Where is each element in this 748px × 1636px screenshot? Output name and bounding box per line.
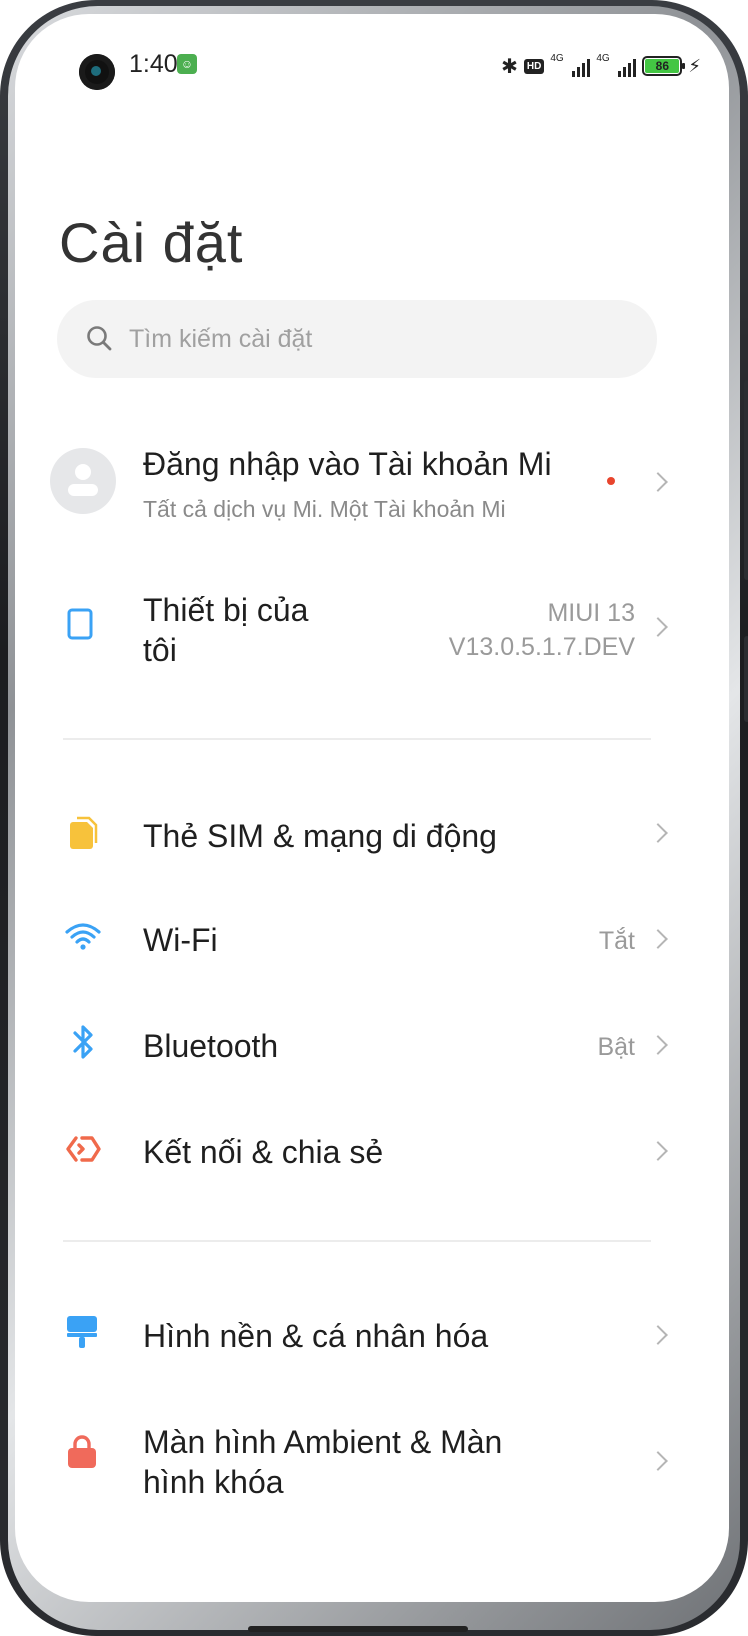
bluetooth-status: Bật — [597, 1033, 635, 1061]
sim-card-icon — [70, 816, 98, 849]
lock-icon — [68, 1435, 96, 1468]
phone-frame: 1:40 ☺ ✱ HD 4G 4G 86 ⚡ Cài đặt Tìm kiếm … — [0, 0, 748, 1636]
battery-icon: 86 — [642, 56, 686, 76]
status-bar: 1:40 ☺ ✱ HD 4G 4G 86 ⚡ — [15, 14, 729, 124]
search-input[interactable] — [129, 300, 629, 378]
wifi-label: Wi-Fi — [143, 922, 218, 958]
chevron-right-icon — [648, 823, 668, 843]
chevron-right-icon — [648, 617, 668, 637]
divider — [63, 738, 651, 740]
connection-sharing-icon — [66, 1136, 101, 1162]
status-time: 1:40 — [129, 50, 178, 78]
avatar — [50, 448, 116, 514]
wifi-status: Tắt — [598, 927, 635, 955]
device-title-line1: Thiết bị của — [143, 592, 309, 628]
search-bar[interactable] — [57, 300, 657, 378]
system-icons: ✱ HD 4G 4G 86 ⚡ — [501, 52, 701, 80]
account-subtitle: Tất cả dịch vụ Mi. Một Tài khoản Mi — [143, 496, 506, 522]
chevron-right-icon — [648, 1035, 668, 1055]
chevron-right-icon — [648, 1141, 668, 1161]
wallpaper-icon — [67, 1316, 97, 1348]
signal-icon: 4G — [596, 53, 637, 77]
divider — [63, 1240, 651, 1242]
battery-level: 86 — [645, 59, 680, 73]
device-miui-version: MIUI 13 — [547, 599, 635, 627]
charging-icon: ⚡ — [688, 55, 701, 77]
page-title: Cài đặt — [59, 211, 244, 274]
device-icon — [67, 608, 93, 640]
home-indicator[interactable] — [248, 1626, 468, 1632]
signal-icon: 4G — [550, 53, 591, 77]
search-icon — [87, 326, 112, 351]
notification-app-icon: ☺ — [177, 54, 197, 74]
wallpaper-label: Hình nền & cá nhân hóa — [143, 1318, 489, 1354]
bluetooth-icon — [73, 1025, 93, 1059]
account-title: Đăng nhập vào Tài khoản Mi — [143, 446, 552, 482]
front-camera — [79, 54, 115, 90]
power-button — [744, 636, 748, 722]
sim-network-label: Thẻ SIM & mạng di động — [143, 818, 497, 854]
chevron-right-icon — [648, 929, 668, 949]
bluetooth-status-icon: ✱ — [501, 54, 518, 78]
chevron-right-icon — [648, 1451, 668, 1471]
chevron-right-icon — [648, 472, 668, 492]
chevron-right-icon — [648, 1325, 668, 1345]
wifi-icon — [65, 923, 101, 950]
volume-button — [744, 380, 748, 580]
screen: 1:40 ☺ ✱ HD 4G 4G 86 ⚡ Cài đặt Tìm kiếm … — [15, 14, 729, 1602]
bluetooth-label: Bluetooth — [143, 1028, 279, 1064]
lock-screen-label-line1: Màn hình Ambient & Màn — [143, 1424, 503, 1460]
hd-voice-icon: HD — [523, 58, 545, 74]
device-build-version: V13.0.5.1.7.DEV — [448, 633, 635, 661]
connection-sharing-label: Kết nối & chia sẻ — [143, 1134, 384, 1170]
notification-dot — [607, 477, 615, 485]
lock-screen-label-line2: hình khóa — [143, 1464, 284, 1500]
device-title-line2: tôi — [143, 632, 177, 668]
